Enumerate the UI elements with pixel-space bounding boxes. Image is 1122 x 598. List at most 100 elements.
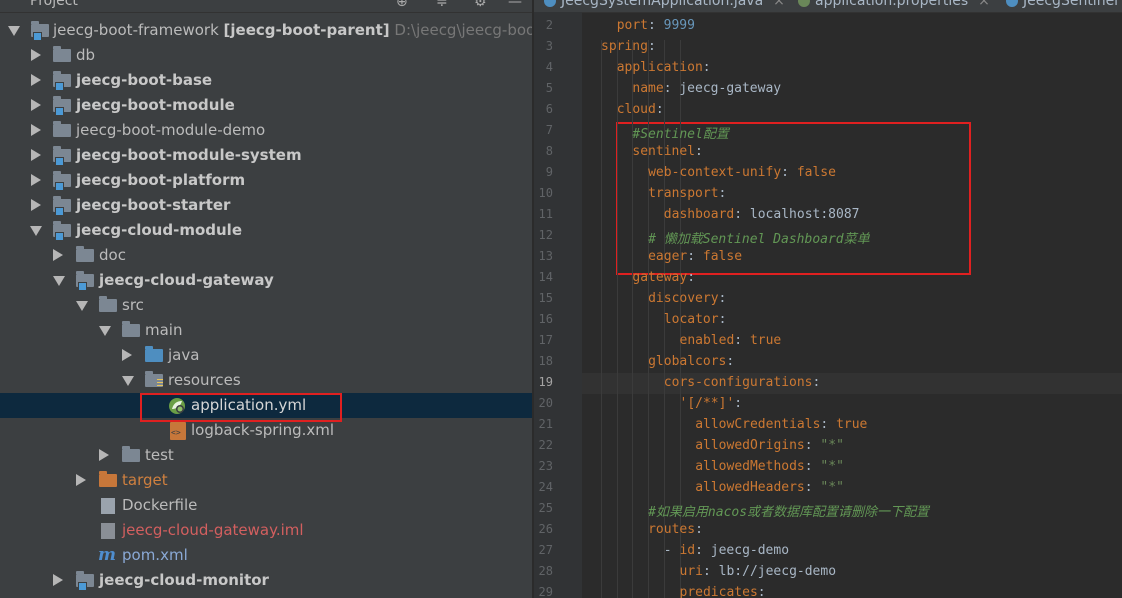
code-line[interactable]: gateway: [632, 270, 695, 285]
collapsed-arrow-icon[interactable] [76, 474, 86, 486]
code-line[interactable]: #Sentinel配置 [632, 123, 728, 142]
gear-icon[interactable]: ⚙ [474, 0, 487, 10]
code-line[interactable]: - id: jeecg-demo [664, 543, 789, 558]
expanded-arrow-icon[interactable] [99, 326, 111, 336]
collapsed-arrow-icon[interactable] [31, 174, 41, 186]
line-number: 15 [538, 291, 553, 305]
tree-item-label: target [122, 471, 168, 489]
collapsed-arrow-icon[interactable] [31, 124, 41, 136]
tree-item-jeecg-cloud-gateway[interactable]: jeecg-cloud-gateway [0, 268, 532, 293]
module-folder-icon [53, 96, 71, 116]
code-line[interactable]: application: [617, 60, 711, 75]
code-line[interactable]: name: jeecg-gateway [632, 81, 781, 96]
code-line[interactable]: cors-configurations: [664, 375, 821, 390]
yaml-punct: : [781, 165, 797, 180]
code-line[interactable]: eager: false [648, 249, 742, 264]
collapsed-arrow-icon[interactable] [31, 49, 41, 61]
minimize-icon[interactable]: — [508, 0, 522, 10]
module-folder-icon [53, 196, 71, 216]
code-line[interactable]: sentinel: [632, 144, 702, 159]
tree-item-java[interactable]: java [0, 343, 532, 368]
project-panel-title[interactable]: Project [30, 0, 78, 9]
expanded-arrow-icon[interactable] [30, 226, 42, 236]
expanded-arrow-icon[interactable] [76, 301, 88, 311]
code-line[interactable]: # 懒加载Sentinel Dashboard菜单 [648, 228, 870, 247]
tree-item-gateway-iml[interactable]: jeecg-cloud-gateway.iml [0, 518, 532, 543]
close-icon[interactable]: × [978, 0, 990, 9]
tab-application-properties[interactable]: application.properties × [798, 0, 990, 9]
tree-item-jeecg-boot-module-demo[interactable]: jeecg-boot-module-demo [0, 118, 532, 143]
tree-item-jeecg-boot-module[interactable]: jeecg-boot-module [0, 93, 532, 118]
code-line[interactable]: web-context-unify: false [648, 165, 836, 180]
yaml-key: globalcors [648, 354, 727, 369]
code-editor[interactable]: JeecgSystemApplication.java × application… [534, 0, 1122, 598]
line-number: 27 [538, 543, 553, 557]
code-line[interactable]: uri: lb://jeecg-demo [680, 564, 837, 579]
expanded-arrow-icon[interactable] [8, 26, 20, 36]
expanded-arrow-icon[interactable] [122, 376, 134, 386]
tree-item-jeecg-boot-platform[interactable]: jeecg-boot-platform [0, 168, 532, 193]
indent-guide [601, 40, 602, 598]
collapsed-arrow-icon[interactable] [99, 449, 109, 461]
code-line[interactable]: port: 9999 [617, 18, 695, 33]
folder-icon [53, 46, 71, 62]
line-number: 18 [538, 354, 553, 368]
code-line[interactable]: cloud: [617, 102, 664, 117]
tree-item-label: Dockerfile [122, 496, 198, 514]
tree-item-resources[interactable]: resources [0, 368, 532, 393]
yaml-key: id [679, 543, 696, 558]
tab-jeecg-sentinel[interactable]: JeecgSentinel [1006, 0, 1118, 9]
tree-item-jeecg-boot-framework[interactable]: jeecg-boot-framework [jeecg-boot-parent]… [0, 18, 532, 43]
code-line[interactable]: allowedMethods: "*" [695, 459, 844, 474]
tree-item-jeecg-boot-starter[interactable]: jeecg-boot-starter [0, 193, 532, 218]
collapsed-arrow-icon[interactable] [53, 574, 63, 586]
code-line[interactable]: allowCredentials: true [695, 417, 867, 432]
line-number: 24 [538, 480, 553, 494]
code-line[interactable]: discovery: [648, 291, 726, 306]
code-line[interactable]: locator: [664, 312, 727, 327]
code-line[interactable]: dashboard: localhost:8087 [664, 207, 860, 222]
tree-item-doc[interactable]: doc [0, 243, 532, 268]
code-line[interactable]: routes: [648, 522, 703, 537]
tree-item-src[interactable]: src [0, 293, 532, 318]
tree-item-label: jeecg-boot-starter [76, 196, 231, 214]
collapsed-arrow-icon[interactable] [53, 249, 63, 261]
yaml-punct: : [734, 207, 750, 222]
yaml-key: transport [648, 186, 719, 201]
tree-item-jeecg-cloud-monitor[interactable]: jeecg-cloud-monitor [0, 568, 532, 593]
tree-item-jeecg-cloud-module[interactable]: jeecg-cloud-module [0, 218, 532, 243]
code-line[interactable]: enabled: true [680, 333, 782, 348]
code-line[interactable]: predicates: [680, 585, 766, 598]
source-folder-icon [145, 346, 163, 362]
code-line[interactable]: transport: [648, 186, 726, 201]
java-class-icon [544, 0, 556, 7]
collapse-icon[interactable]: ≑ [436, 0, 448, 10]
tree-item-pom-xml[interactable]: m pom.xml [0, 543, 532, 568]
tree-item-test[interactable]: test [0, 443, 532, 468]
code-line[interactable]: allowedHeaders: "*" [695, 480, 844, 495]
tree-item-db[interactable]: db [0, 43, 532, 68]
code-line[interactable]: spring: [601, 39, 656, 54]
tree-item-dockerfile[interactable]: Dockerfile [0, 493, 532, 518]
yaml-value: true [836, 417, 868, 432]
code-line[interactable]: allowedOrigins: "*" [695, 438, 844, 453]
collapsed-arrow-icon[interactable] [31, 99, 41, 111]
code-line[interactable]: globalcors: [648, 354, 734, 369]
close-icon[interactable]: × [773, 0, 785, 9]
collapsed-arrow-icon[interactable] [122, 349, 132, 361]
tab-jeecg-system-application[interactable]: JeecgSystemApplication.java × [544, 0, 785, 9]
code-line[interactable]: #如果启用nacos或者数据库配置请删除一下配置 [648, 501, 929, 520]
collapsed-arrow-icon[interactable] [31, 74, 41, 86]
yaml-value: jeecg-gateway [679, 81, 782, 96]
tree-item-target[interactable]: target [0, 468, 532, 493]
tree-item-jeecg-boot-base[interactable]: jeecg-boot-base [0, 68, 532, 93]
collapsed-arrow-icon[interactable] [31, 199, 41, 211]
yaml-key: allowedOrigins [695, 438, 805, 453]
globe-icon[interactable]: ⊕ [396, 0, 408, 10]
tree-item-main[interactable]: main [0, 318, 532, 343]
yaml-punct: : [812, 375, 821, 390]
code-line[interactable]: '[/**]': [680, 396, 743, 411]
collapsed-arrow-icon[interactable] [31, 149, 41, 161]
tree-item-jeecg-boot-module-system[interactable]: jeecg-boot-module-system [0, 143, 532, 168]
expanded-arrow-icon[interactable] [53, 276, 65, 286]
